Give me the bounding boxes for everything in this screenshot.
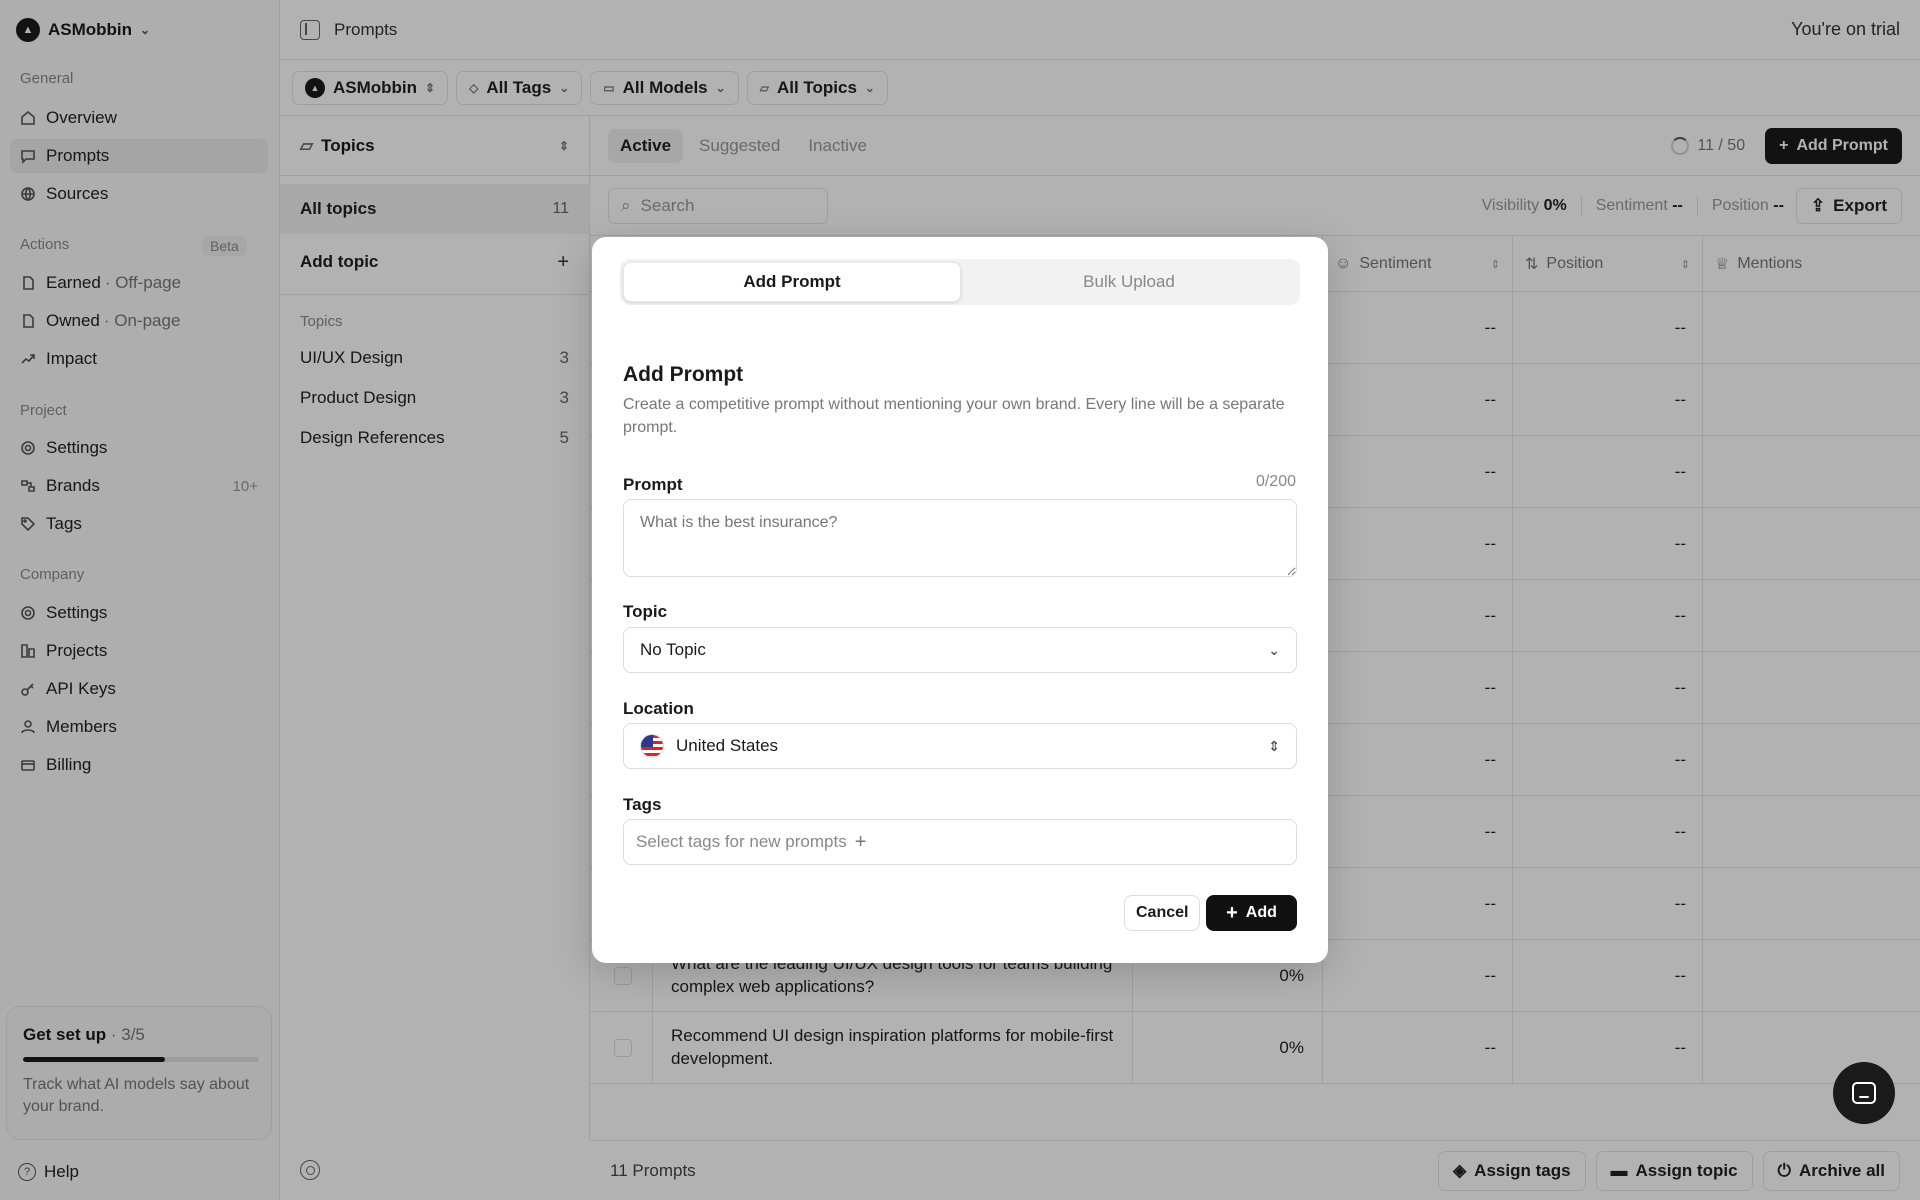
chat-icon [1852,1082,1876,1104]
location-select-value: United States [676,736,779,755]
chevron-down-icon: ⌄ [1268,641,1280,658]
dialog-description: Create a competitive prompt without ment… [623,396,1285,437]
prompt-label: Prompt [623,475,683,494]
add-prompt-dialog: Add Prompt Bulk Upload Add Prompt Create… [592,237,1328,963]
tab-bulk-upload[interactable]: Bulk Upload [961,262,1297,302]
dialog-mode-tabs: Add Prompt Bulk Upload [620,259,1300,305]
plus-icon: + [1226,901,1238,924]
tags-placeholder: Select tags for new prompts [636,832,847,851]
topic-select[interactable]: No Topic ⌄ [623,627,1297,673]
tags-select[interactable]: Select tags for new prompts + [623,819,1297,865]
plus-icon: + [854,830,867,853]
topic-label: Topic [623,602,668,621]
cancel-button[interactable]: Cancel [1124,895,1201,931]
location-select[interactable]: United States ⇕ [623,723,1297,769]
topic-select-value: No Topic [640,640,706,659]
location-label: Location [623,699,694,718]
chat-support-button[interactable] [1833,1062,1895,1124]
char-count: 0/200 [1255,473,1296,490]
tab-add-prompt[interactable]: Add Prompt [623,262,961,302]
add-button[interactable]: + Add [1206,895,1297,931]
add-label: Add [1245,904,1277,921]
prompt-textarea[interactable] [623,499,1297,577]
dialog-title: Add Prompt [623,363,744,386]
updown-icon: ⇕ [1268,737,1280,754]
tags-label: Tags [623,795,662,814]
us-flag-icon [640,734,664,758]
